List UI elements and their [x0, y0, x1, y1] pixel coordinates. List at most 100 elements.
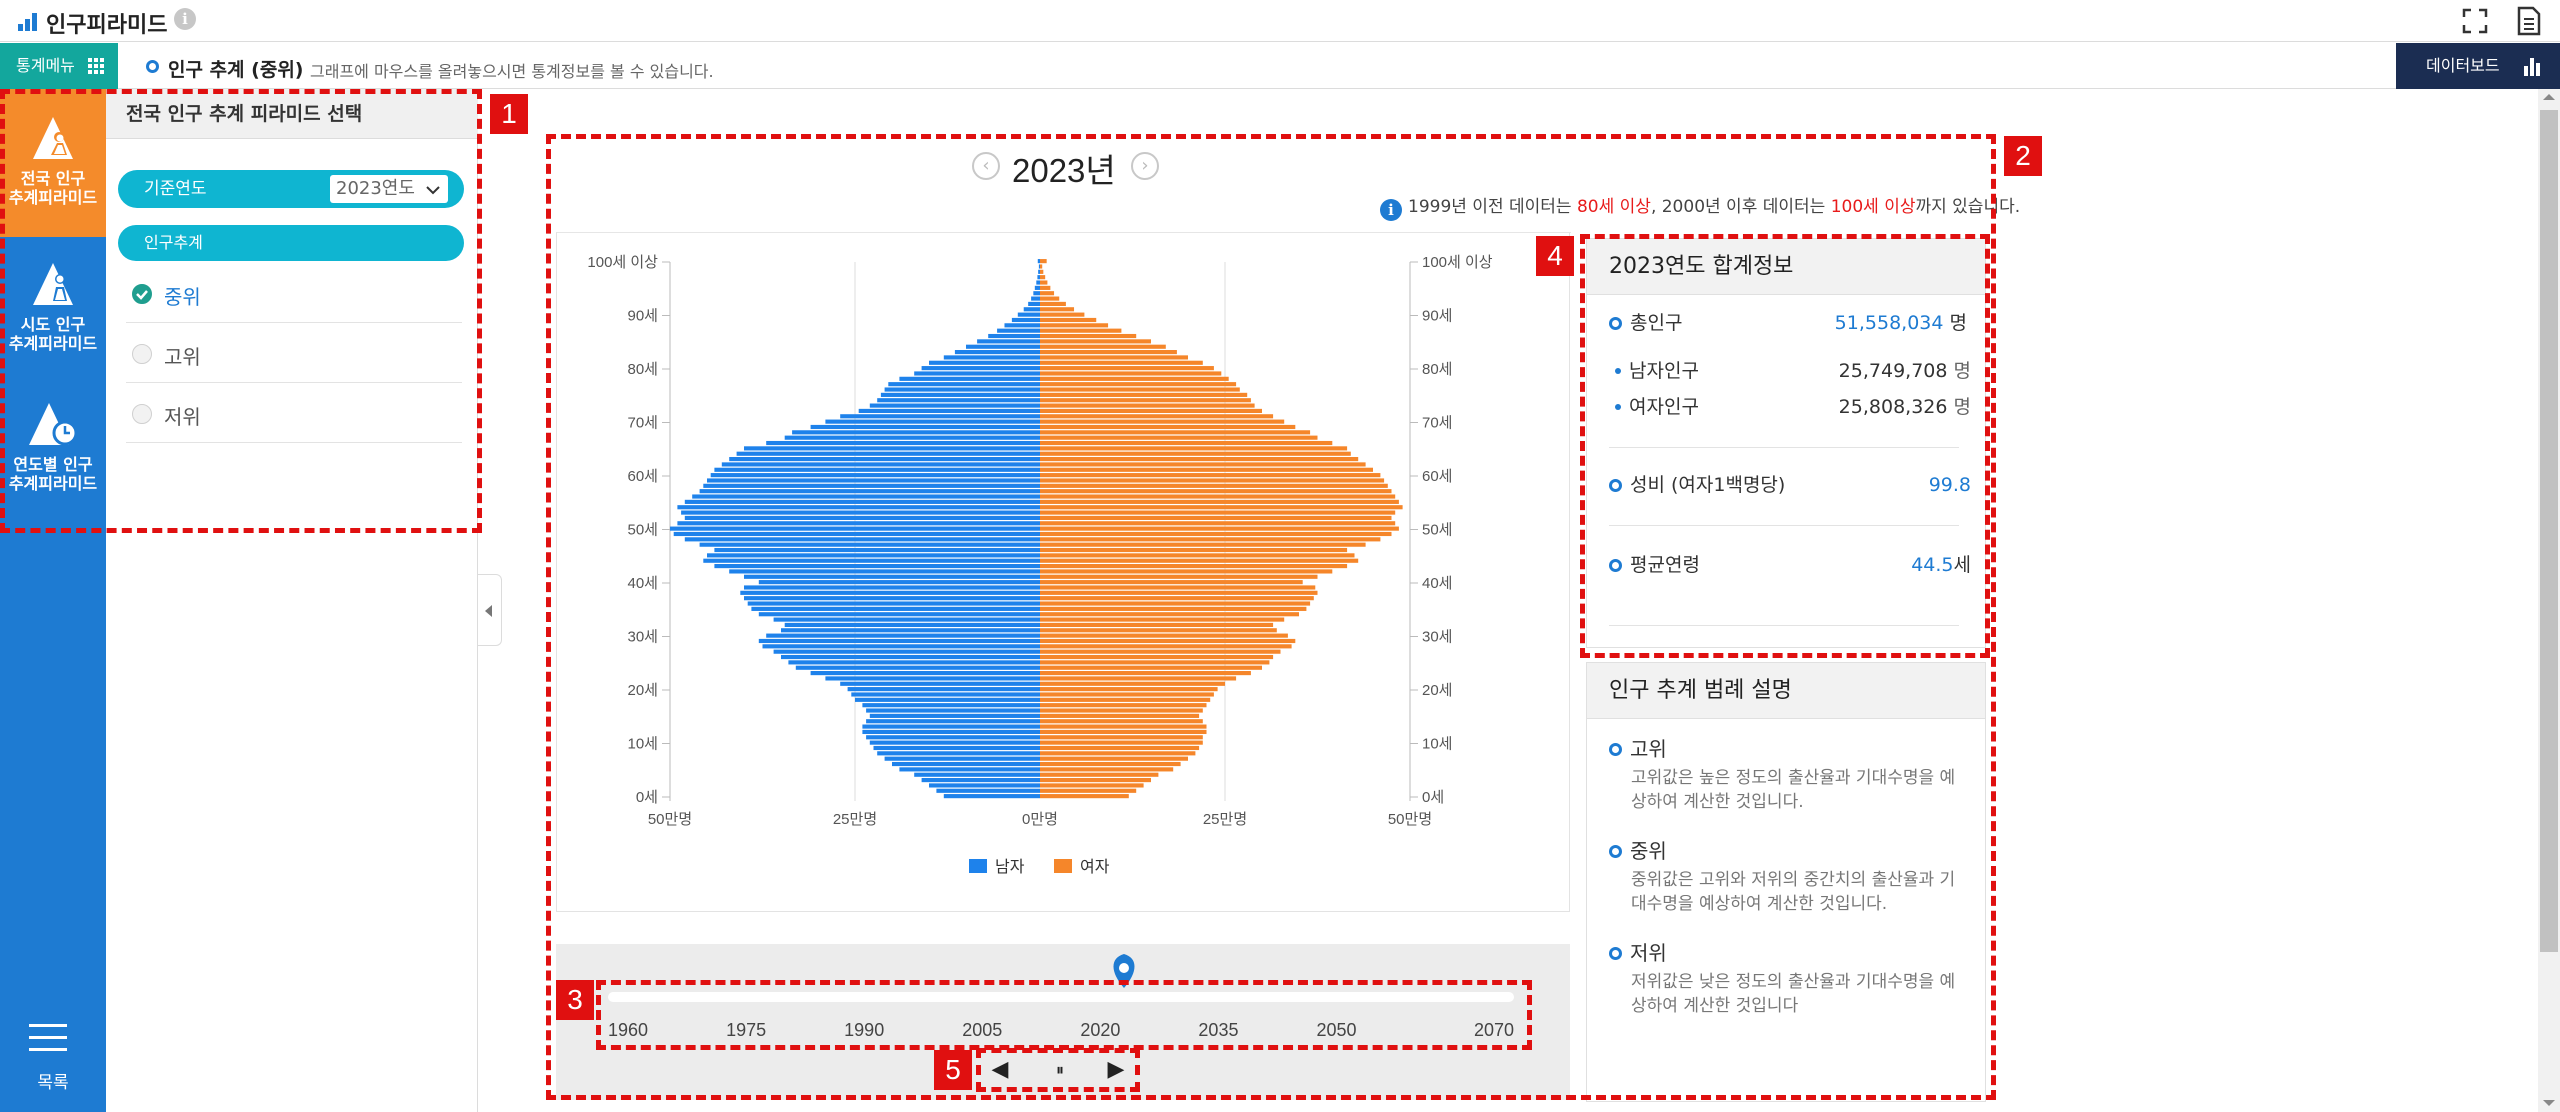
fullscreen-icon[interactable] — [2460, 6, 2490, 36]
annotation-label-2: 2 — [2004, 136, 2042, 176]
next-icon[interactable]: ▶ — [1096, 1052, 1136, 1088]
summary-box: 2023연도 합계정보 총인구 51,558,034 명 남자인구 25,749… — [1586, 238, 1986, 648]
bar-female — [1040, 355, 1188, 360]
bar-female — [1040, 499, 1399, 504]
sidebar-item-line1: 시도 인구 — [20, 315, 86, 334]
bar-male — [1038, 264, 1040, 269]
prev-icon[interactable]: ◀ — [980, 1052, 1020, 1088]
check-circle-icon — [132, 284, 152, 304]
sidebar-item-province[interactable]: 시도 인구 추계피라미드 — [0, 237, 106, 385]
bar-female — [1040, 601, 1311, 606]
bar-female — [1040, 451, 1351, 456]
bar-female — [1040, 446, 1348, 451]
scrollbar-thumb[interactable] — [2540, 110, 2558, 952]
ring-bullet-icon — [146, 60, 159, 73]
bar-male — [721, 462, 1040, 467]
legend-item-desc: 중위값은 고위와 저위의 중간치의 출산율과 기대수명을 예상하여 계산한 것입… — [1631, 870, 1956, 914]
option-label: 중위 — [164, 285, 201, 309]
bar-female — [1040, 644, 1292, 649]
document-icon[interactable] — [2516, 6, 2542, 36]
bar-male — [862, 729, 1040, 735]
prev-year-button[interactable]: ‹ — [972, 152, 1000, 180]
note-text: 까지 있습니다. — [1915, 197, 2021, 217]
option-middle[interactable]: 중위 — [126, 265, 462, 323]
bar-male — [758, 580, 1040, 585]
bar-male — [692, 494, 1040, 499]
note-text: 1999년 이전 데이터는 — [1408, 197, 1577, 217]
bar-male — [977, 339, 1040, 344]
bar-male — [781, 628, 1040, 633]
female-unit: 명 — [1953, 396, 1971, 418]
bar-male — [866, 719, 1040, 724]
y-tick-label-right: 70세 — [1422, 415, 1453, 432]
bar-male — [862, 703, 1040, 708]
bar-male — [988, 333, 1040, 339]
option-low[interactable]: 저위 — [126, 385, 462, 443]
bar-male — [1036, 280, 1040, 285]
bar-male — [884, 756, 1040, 761]
population-pyramid-chart[interactable]: 0세 0세 10세 10세 20세 20세 30세 30세 40세 40세 50세 50세 60세 60세… — [556, 232, 1570, 912]
list-menu-button[interactable]: 목록 — [0, 1002, 106, 1112]
bar-male — [943, 794, 1040, 799]
base-year-select[interactable]: 2023연도 — [330, 175, 448, 203]
base-year-value: 2023연도 — [336, 178, 415, 199]
timeline-slider[interactable]: 1960 1975 1990 2005 2020 2035 2050 2070 — [556, 944, 1570, 1054]
bar-female — [1040, 371, 1222, 376]
bar-male — [699, 489, 1040, 494]
average-age-row: 평균연령 44.5세 — [1609, 551, 1971, 579]
bar-male — [862, 724, 1040, 729]
bar-male — [840, 414, 1040, 419]
y-tick-label-right: 10세 — [1422, 736, 1453, 753]
y-tick-label-right: 80세 — [1422, 361, 1453, 378]
option-high[interactable]: 고위 — [126, 325, 462, 383]
sub-bar: 통계메뉴 인구 추계 (중위) 그래프에 마우스를 올려놓으시면 통계정보를 볼… — [0, 43, 2560, 89]
scroll-up-arrow-icon[interactable] — [2543, 94, 2555, 100]
bar-female — [1040, 264, 1043, 269]
bar-male — [1028, 301, 1040, 307]
bar-male — [869, 740, 1040, 745]
sidebar-item-national[interactable]: 전국 인구 추계피라미드 — [0, 89, 106, 237]
bar-female — [1040, 339, 1151, 344]
pause-icon[interactable]: ⏸ — [1040, 1052, 1080, 1088]
annotation-label-1: 1 — [490, 94, 528, 134]
bar-female — [1040, 687, 1218, 692]
bar-female — [1040, 596, 1314, 601]
bar-female — [1040, 703, 1207, 708]
age-unit: 세 — [1953, 554, 1971, 576]
ring-bullet-icon — [1609, 845, 1622, 858]
bar-female — [1040, 424, 1296, 430]
bar-male — [751, 606, 1040, 611]
base-year-label: 기준연도 — [144, 179, 207, 199]
next-year-button[interactable]: › — [1131, 152, 1159, 180]
bar-male — [1011, 317, 1040, 323]
slider-handle-icon[interactable] — [1113, 954, 1135, 988]
y-tick-label-right: 100세 이상 — [1422, 254, 1493, 271]
scroll-down-arrow-icon[interactable] — [2543, 1100, 2555, 1106]
bar-female — [1040, 366, 1214, 371]
bar-male — [714, 547, 1040, 553]
slider-handle-center — [1118, 963, 1129, 973]
data-board-button[interactable]: 데이터보드 — [2396, 43, 2560, 89]
y-tick-label-left: 70세 — [628, 415, 659, 432]
bar-female — [1040, 301, 1066, 307]
stat-menu-button[interactable]: 통계메뉴 — [0, 43, 118, 89]
bar-female — [1040, 531, 1392, 537]
bar-male — [869, 713, 1040, 718]
bar-male — [1031, 296, 1040, 301]
projection-header: 인구추계 — [118, 225, 464, 261]
bar-male — [744, 574, 1040, 579]
bar-female — [1040, 398, 1251, 403]
bar-male — [710, 473, 1040, 478]
bar-male — [673, 531, 1040, 537]
bar-female — [1040, 697, 1211, 702]
sidebar-item-yearly[interactable]: 연도별 인구 추계피라미드 — [0, 385, 106, 533]
panel-collapse-toggle[interactable] — [478, 574, 502, 646]
legend-label: 남자 — [995, 858, 1025, 876]
bar-male — [684, 515, 1040, 521]
legend-item-name: 저위 — [1630, 941, 1667, 965]
y-tick-label-right: 20세 — [1422, 682, 1453, 699]
legend-swatch — [969, 859, 987, 873]
bar-female — [1040, 788, 1137, 793]
pyramid-person-icon — [33, 263, 73, 305]
info-icon[interactable]: i — [174, 8, 196, 30]
